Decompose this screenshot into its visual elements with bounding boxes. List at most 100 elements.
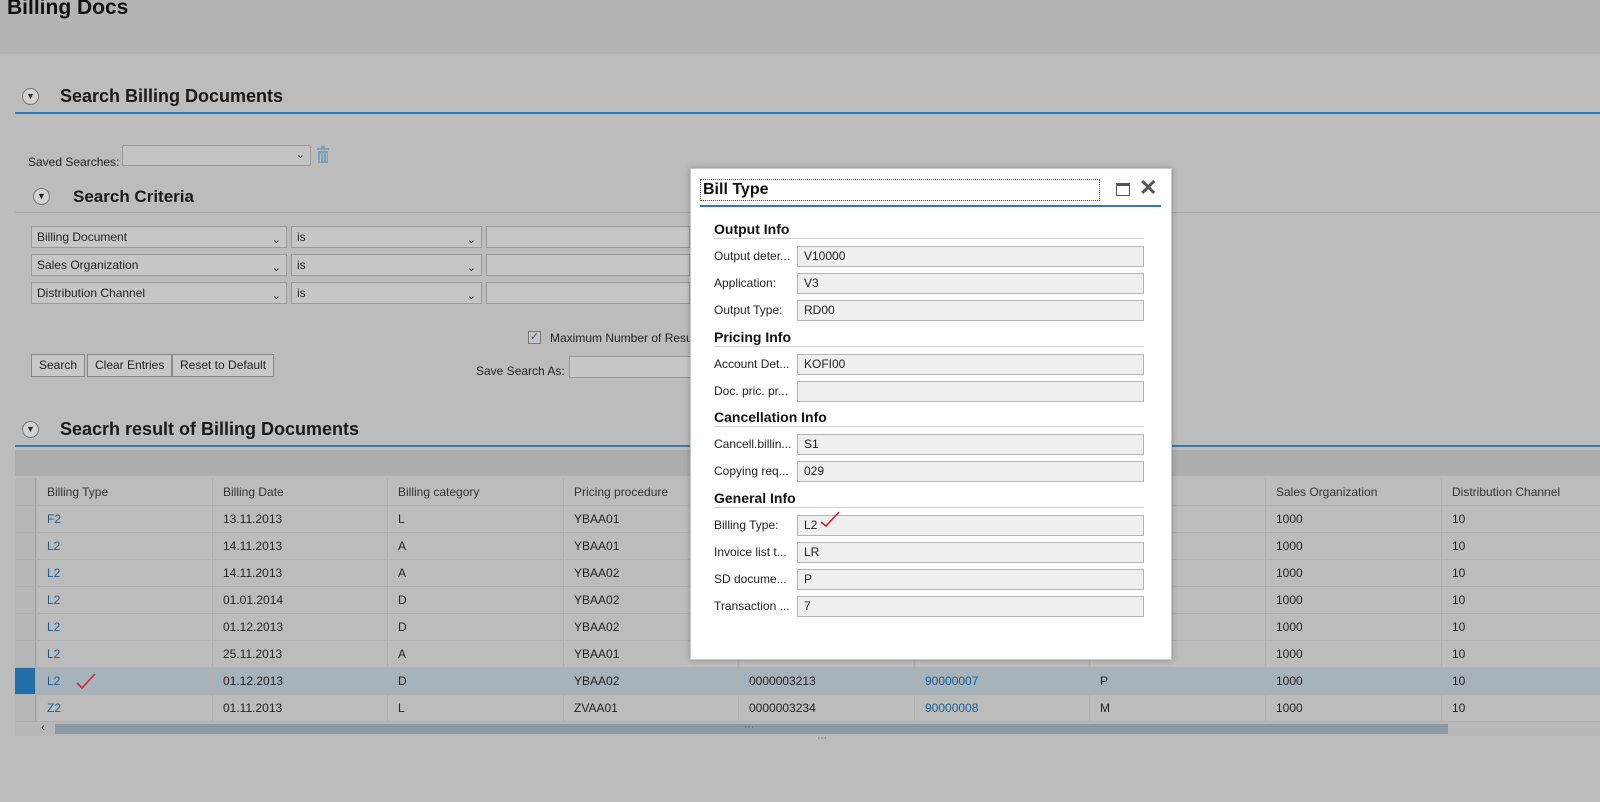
column-header[interactable]: Billing Date (212, 478, 387, 505)
criteria-value-input[interactable] (486, 282, 690, 304)
field-label: Doc. pric. pr... (714, 384, 789, 398)
row-selector[interactable] (15, 614, 36, 640)
table-cell: 1000 (1265, 668, 1441, 694)
saved-searches-select[interactable]: ⌄ (122, 145, 311, 166)
field-label: Output deter... (714, 249, 791, 263)
column-header[interactable]: Billing category (387, 478, 563, 505)
column-header[interactable]: Billing Type (36, 478, 212, 505)
table-cell-link[interactable]: L2 (36, 587, 212, 613)
table-cell-link[interactable]: F2 (36, 506, 212, 532)
search-panel-title: Search Billing Documents (60, 86, 284, 106)
table-row[interactable]: L2 01.12.2013 D YBAA02 0000003213 90000007 P 10… (15, 668, 1600, 695)
criteria-operator-select[interactable]: is ⌄ (291, 254, 482, 276)
table-cell: D (387, 614, 563, 640)
field-value[interactable]: S1 (797, 434, 1144, 455)
row-selector-header (15, 478, 36, 505)
table-cell: 1000 (1265, 506, 1441, 532)
table-cell-link[interactable]: 90000008 (914, 695, 1089, 721)
field-value-text: V3 (804, 276, 819, 290)
table-row[interactable]: Z2 01.11.2013 L ZVAA01 0000003234 90000008 M 10… (15, 695, 1600, 722)
criteria-field-select[interactable]: Sales Organization ⌄ (31, 254, 287, 276)
grip-icon[interactable]: ⋯ (744, 722, 754, 733)
search-button[interactable]: Search (31, 354, 86, 377)
row-selector[interactable] (15, 641, 36, 667)
trash-icon[interactable] (316, 146, 330, 163)
reset-to-default-button[interactable]: Reset to Default (172, 354, 275, 377)
field-value[interactable]: V10000 (797, 246, 1144, 267)
table-cell: 10 (1441, 641, 1600, 667)
table-cell-link[interactable]: L2 (36, 533, 212, 559)
criteria-field-select[interactable]: Distribution Channel ⌄ (31, 282, 287, 304)
column-header[interactable]: Distribution Channel (1441, 478, 1600, 505)
field-value-text: S1 (804, 437, 819, 451)
field-value[interactable]: KOFI00 (797, 354, 1144, 375)
resize-grip-icon[interactable]: ⋯ (817, 733, 827, 744)
field-value[interactable]: L2 (797, 515, 1144, 536)
table-cell: 0000003213 (738, 668, 914, 694)
row-selector[interactable] (15, 695, 36, 721)
field-value[interactable]: RD00 (797, 300, 1144, 321)
field-value[interactable]: LR (797, 542, 1144, 563)
table-cell-link[interactable]: Z2 (36, 695, 212, 721)
max-results-checkbox[interactable]: ✓ (528, 331, 541, 344)
row-selector[interactable] (15, 533, 36, 559)
table-cell: 14.11.2013 (212, 560, 387, 586)
criteria-field-select[interactable]: Billing Document ⌄ (31, 226, 287, 248)
chevron-down-icon: ⌄ (295, 149, 305, 161)
table-cell-link[interactable]: 90000007 (914, 668, 1089, 694)
chevron-down-icon: ⌄ (466, 262, 476, 274)
save-search-input[interactable] (569, 356, 694, 378)
table-cell: YBAA02 (563, 668, 738, 694)
criteria-operator-label: is (297, 230, 306, 244)
section-divider (714, 426, 1144, 427)
table-cell-link[interactable]: L2 (36, 641, 212, 667)
field-label: Transaction ... (714, 599, 790, 613)
table-cell: 01.12.2013 (212, 614, 387, 640)
row-selector[interactable] (15, 560, 36, 586)
maximize-icon[interactable] (1116, 183, 1130, 196)
table-cell: 01.01.2014 (212, 587, 387, 613)
table-cell: P (1089, 668, 1265, 694)
criteria-collapse-icon[interactable]: ▼ (33, 188, 50, 205)
section-title: Output Info (714, 221, 790, 237)
field-value[interactable]: 7 (797, 596, 1144, 617)
table-cell: 01.11.2013 (212, 695, 387, 721)
criteria-operator-select[interactable]: is ⌄ (291, 226, 482, 248)
criteria-value-input[interactable] (486, 226, 690, 248)
clear-entries-button[interactable]: Clear Entries (87, 354, 173, 377)
saved-searches-label: Saved Searches: (28, 155, 120, 169)
dialog-title: Bill Type (700, 179, 1100, 201)
chevron-down-icon: ⌄ (466, 234, 476, 246)
row-selector[interactable] (15, 506, 36, 532)
close-icon[interactable]: ✕ (1139, 177, 1157, 199)
table-cell: 25.11.2013 (212, 641, 387, 667)
collapse-icon[interactable]: ▼ (22, 88, 39, 105)
criteria-operator-select[interactable]: is ⌄ (291, 282, 482, 304)
field-value[interactable]: V3 (797, 273, 1144, 294)
horizontal-scrollbar[interactable]: ‹ (15, 720, 1600, 736)
criteria-value-input[interactable] (486, 254, 690, 276)
row-selector[interactable] (15, 668, 36, 694)
chevron-down-icon: ⌄ (271, 262, 281, 274)
table-cell: 1000 (1265, 695, 1441, 721)
title-bar: Billing Docs (0, 0, 1600, 54)
field-value[interactable] (797, 381, 1144, 402)
row-selector[interactable] (15, 587, 36, 613)
table-cell: D (387, 668, 563, 694)
column-header[interactable]: Sales Organization (1265, 478, 1441, 505)
table-cell-link[interactable]: L2 (36, 614, 212, 640)
chevron-down-icon: ⌄ (271, 290, 281, 302)
section-divider (714, 238, 1144, 239)
scroll-left-icon[interactable]: ‹ (41, 720, 45, 734)
field-value[interactable]: P (797, 569, 1144, 590)
table-cell: A (387, 533, 563, 559)
table-cell: 10 (1441, 587, 1600, 613)
section-title: Cancellation Info (714, 409, 827, 425)
field-value-text: L2 (804, 518, 818, 532)
collapse-icon[interactable]: ▼ (22, 421, 39, 438)
field-value[interactable]: 029 (797, 461, 1144, 482)
criteria-field-label: Sales Organization (37, 258, 139, 272)
page-title: Billing Docs (7, 0, 129, 19)
table-cell-link[interactable]: L2 (36, 668, 212, 694)
table-cell-link[interactable]: L2 (36, 560, 212, 586)
